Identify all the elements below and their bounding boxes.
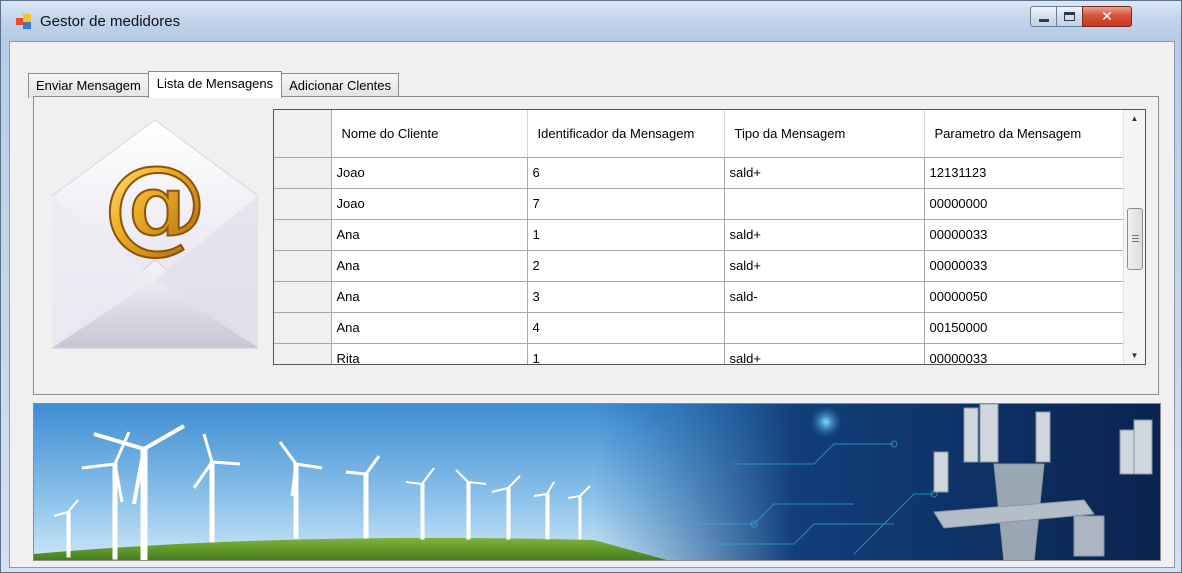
table-row[interactable]: Ana 3 sald- 00000050 (274, 281, 1126, 313)
tab-adicionar-clientes[interactable]: Adicionar Clentes (281, 73, 400, 98)
row-header[interactable] (274, 343, 332, 364)
scroll-down-arrow-icon[interactable]: ▼ (1124, 347, 1145, 364)
cell-parametro[interactable]: 12131123 (924, 157, 1126, 189)
close-icon: ✕ (1101, 8, 1113, 24)
banner-image (33, 403, 1161, 561)
column-header-identificador[interactable]: Identificador da Mensagem (527, 110, 725, 158)
grid-corner-header[interactable] (274, 110, 332, 158)
cell-identificador[interactable]: 1 (527, 219, 725, 251)
table-row[interactable]: Rita 1 sald+ 00000033 (274, 343, 1126, 364)
table-row[interactable]: Joao 7 00000000 (274, 188, 1126, 220)
tab-strip: Enviar Mensagem Lista de Mensagens Adici… (28, 71, 400, 98)
column-header-parametro[interactable]: Parametro da Mensagem (924, 110, 1126, 158)
cell-parametro[interactable]: 00000033 (924, 219, 1126, 251)
cell-identificador[interactable]: 2 (527, 250, 725, 282)
row-header[interactable] (274, 188, 332, 220)
maximize-button[interactable] (1056, 6, 1083, 27)
cell-parametro[interactable]: 00000033 (924, 343, 1126, 364)
column-header-tipo[interactable]: Tipo da Mensagem (724, 110, 925, 158)
cell-identificador[interactable]: 1 (527, 343, 725, 364)
cell-nome[interactable]: Ana (331, 312, 528, 344)
cell-identificador[interactable]: 6 (527, 157, 725, 189)
cell-parametro[interactable]: 00150000 (924, 312, 1126, 344)
column-header-nome-do-cliente[interactable]: Nome do Cliente (331, 110, 528, 158)
messages-grid[interactable]: Nome do Cliente Identificador da Mensage… (273, 109, 1146, 365)
scroll-up-arrow-icon[interactable]: ▲ (1124, 110, 1145, 127)
row-header[interactable] (274, 312, 332, 344)
cell-identificador[interactable]: 4 (527, 312, 725, 344)
cell-nome[interactable]: Ana (331, 219, 528, 251)
app-icon[interactable] (16, 14, 32, 30)
table-row[interactable]: Ana 4 00150000 (274, 312, 1126, 344)
svg-text:@: @ (103, 142, 207, 265)
table-row[interactable]: Joao 6 sald+ 12131123 (274, 157, 1126, 189)
cell-nome[interactable]: Joao (331, 188, 528, 220)
email-envelope-icon: @ (50, 119, 260, 350)
table-row[interactable]: Ana 1 sald+ 00000033 (274, 219, 1126, 251)
tab-enviar-mensagem[interactable]: Enviar Mensagem (28, 73, 149, 98)
tab-lista-de-mensagens[interactable]: Lista de Mensagens (147, 71, 283, 98)
minimize-button[interactable] (1030, 6, 1057, 27)
minimize-icon (1038, 18, 1049, 22)
table-row[interactable]: Ana 2 sald+ 00000033 (274, 250, 1126, 282)
cell-tipo[interactable]: sald+ (724, 250, 925, 282)
cell-parametro[interactable]: 00000050 (924, 281, 1126, 313)
close-button[interactable]: ✕ (1082, 6, 1132, 27)
scroll-thumb[interactable] (1127, 208, 1143, 270)
cell-tipo[interactable] (724, 188, 925, 220)
cell-nome[interactable]: Ana (331, 281, 528, 313)
row-header[interactable] (274, 281, 332, 313)
grid-vertical-scrollbar[interactable]: ▲ ▼ (1123, 110, 1145, 364)
cell-tipo[interactable]: sald- (724, 281, 925, 313)
row-header[interactable] (274, 250, 332, 282)
cell-tipo[interactable]: sald+ (724, 219, 925, 251)
row-header[interactable] (274, 157, 332, 189)
cell-parametro[interactable]: 00000033 (924, 250, 1126, 282)
cell-tipo[interactable]: sald+ (724, 343, 925, 364)
maximize-icon (1064, 12, 1075, 21)
cell-tipo[interactable] (724, 312, 925, 344)
row-header[interactable] (274, 219, 332, 251)
cell-nome[interactable]: Joao (331, 157, 528, 189)
cell-nome[interactable]: Rita (331, 343, 528, 364)
cell-tipo[interactable]: sald+ (724, 157, 925, 189)
cell-parametro[interactable]: 00000000 (924, 188, 1126, 220)
cell-identificador[interactable]: 7 (527, 188, 725, 220)
cell-identificador[interactable]: 3 (527, 281, 725, 313)
window-title: Gestor de medidores (40, 13, 181, 30)
cell-nome[interactable]: Ana (331, 250, 528, 282)
title-bar[interactable]: Gestor de medidores ✕ (1, 1, 1181, 41)
